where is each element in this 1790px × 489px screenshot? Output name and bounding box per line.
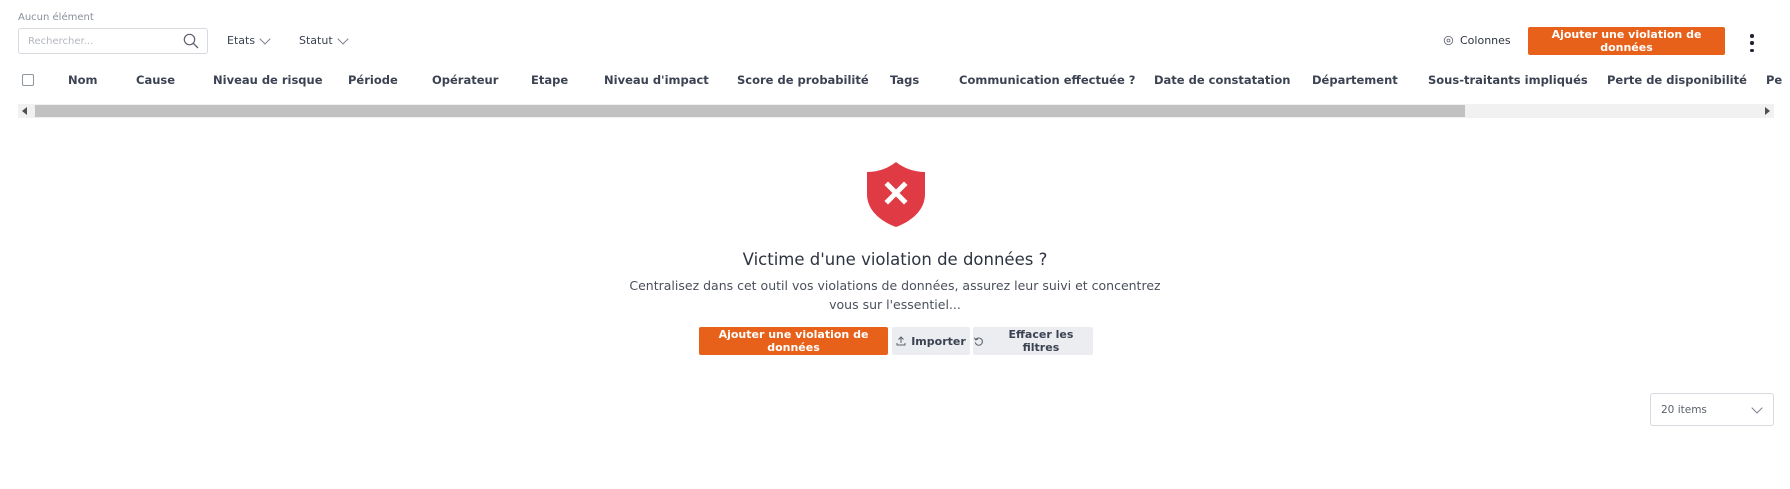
column-header[interactable]: Perte de disponibilité — [1607, 73, 1747, 87]
column-header[interactable]: Niveau d'impact — [604, 73, 709, 87]
page-size-value: 20 items — [1661, 403, 1707, 416]
column-header[interactable]: Sous-traitants impliqués — [1428, 73, 1588, 87]
column-header[interactable]: Cause — [136, 73, 175, 87]
kebab-menu-icon[interactable] — [1749, 34, 1755, 52]
clear-filters-label: Effacer les filtres — [1008, 328, 1074, 354]
empty-state-title: Victime d'une violation de données ? — [742, 250, 1048, 269]
column-header[interactable]: Communication effectuée ? — [959, 73, 1135, 87]
column-header[interactable]: Tags — [890, 73, 919, 87]
column-header[interactable]: Nom — [68, 73, 98, 87]
column-header[interactable]: Opérateur — [432, 73, 498, 87]
chevron-down-icon — [1751, 401, 1763, 414]
scroll-left-icon[interactable] — [22, 107, 27, 115]
column-header[interactable]: Pe — [1766, 73, 1782, 87]
shield-x-icon — [867, 162, 925, 227]
chevron-down-icon — [336, 32, 349, 45]
item-count: Aucun élément — [18, 12, 94, 23]
search-icon[interactable] — [183, 33, 199, 49]
filter-etats[interactable]: Etats — [227, 32, 271, 47]
column-header[interactable]: Période — [348, 73, 398, 87]
empty-add-violation-button[interactable]: Ajouter une violation de données — [699, 327, 888, 355]
select-all-checkbox[interactable] — [22, 74, 34, 86]
column-header[interactable]: Niveau de risque — [213, 73, 323, 87]
empty-state-description: Centralisez dans cet outil vos violation… — [629, 278, 1161, 312]
column-header[interactable]: Score de probabilité — [737, 73, 869, 87]
filter-statut[interactable]: Statut — [299, 32, 349, 47]
page-size-select[interactable]: 20 items — [1650, 393, 1774, 426]
import-button[interactable]: Importer — [892, 327, 970, 355]
table-header: Nom Cause Niveau de risque Période Opéra… — [0, 68, 1790, 92]
import-label: Importer — [911, 334, 966, 348]
column-header[interactable]: Date de constatation — [1154, 73, 1290, 87]
column-header[interactable]: Etape — [531, 73, 568, 87]
filter-statut-label: Statut — [299, 34, 333, 47]
clear-filters-button[interactable]: Effacer les filtres — [973, 327, 1093, 355]
reset-icon — [973, 336, 983, 346]
scroll-thumb[interactable] — [35, 105, 1465, 117]
scroll-right-icon[interactable] — [1765, 107, 1770, 115]
add-violation-button[interactable]: Ajouter une violation de données — [1528, 27, 1725, 55]
columns-button[interactable]: Colonnes — [1443, 34, 1511, 47]
columns-icon — [1443, 35, 1454, 46]
horizontal-scrollbar[interactable] — [18, 104, 1774, 118]
chevron-down-icon — [259, 32, 271, 45]
column-header[interactable]: Département — [1312, 73, 1398, 87]
filter-etats-label: Etats — [227, 34, 256, 47]
columns-label: Colonnes — [1460, 34, 1511, 47]
search-box[interactable] — [18, 28, 208, 54]
upload-icon — [896, 336, 906, 346]
search-input[interactable] — [28, 35, 178, 47]
